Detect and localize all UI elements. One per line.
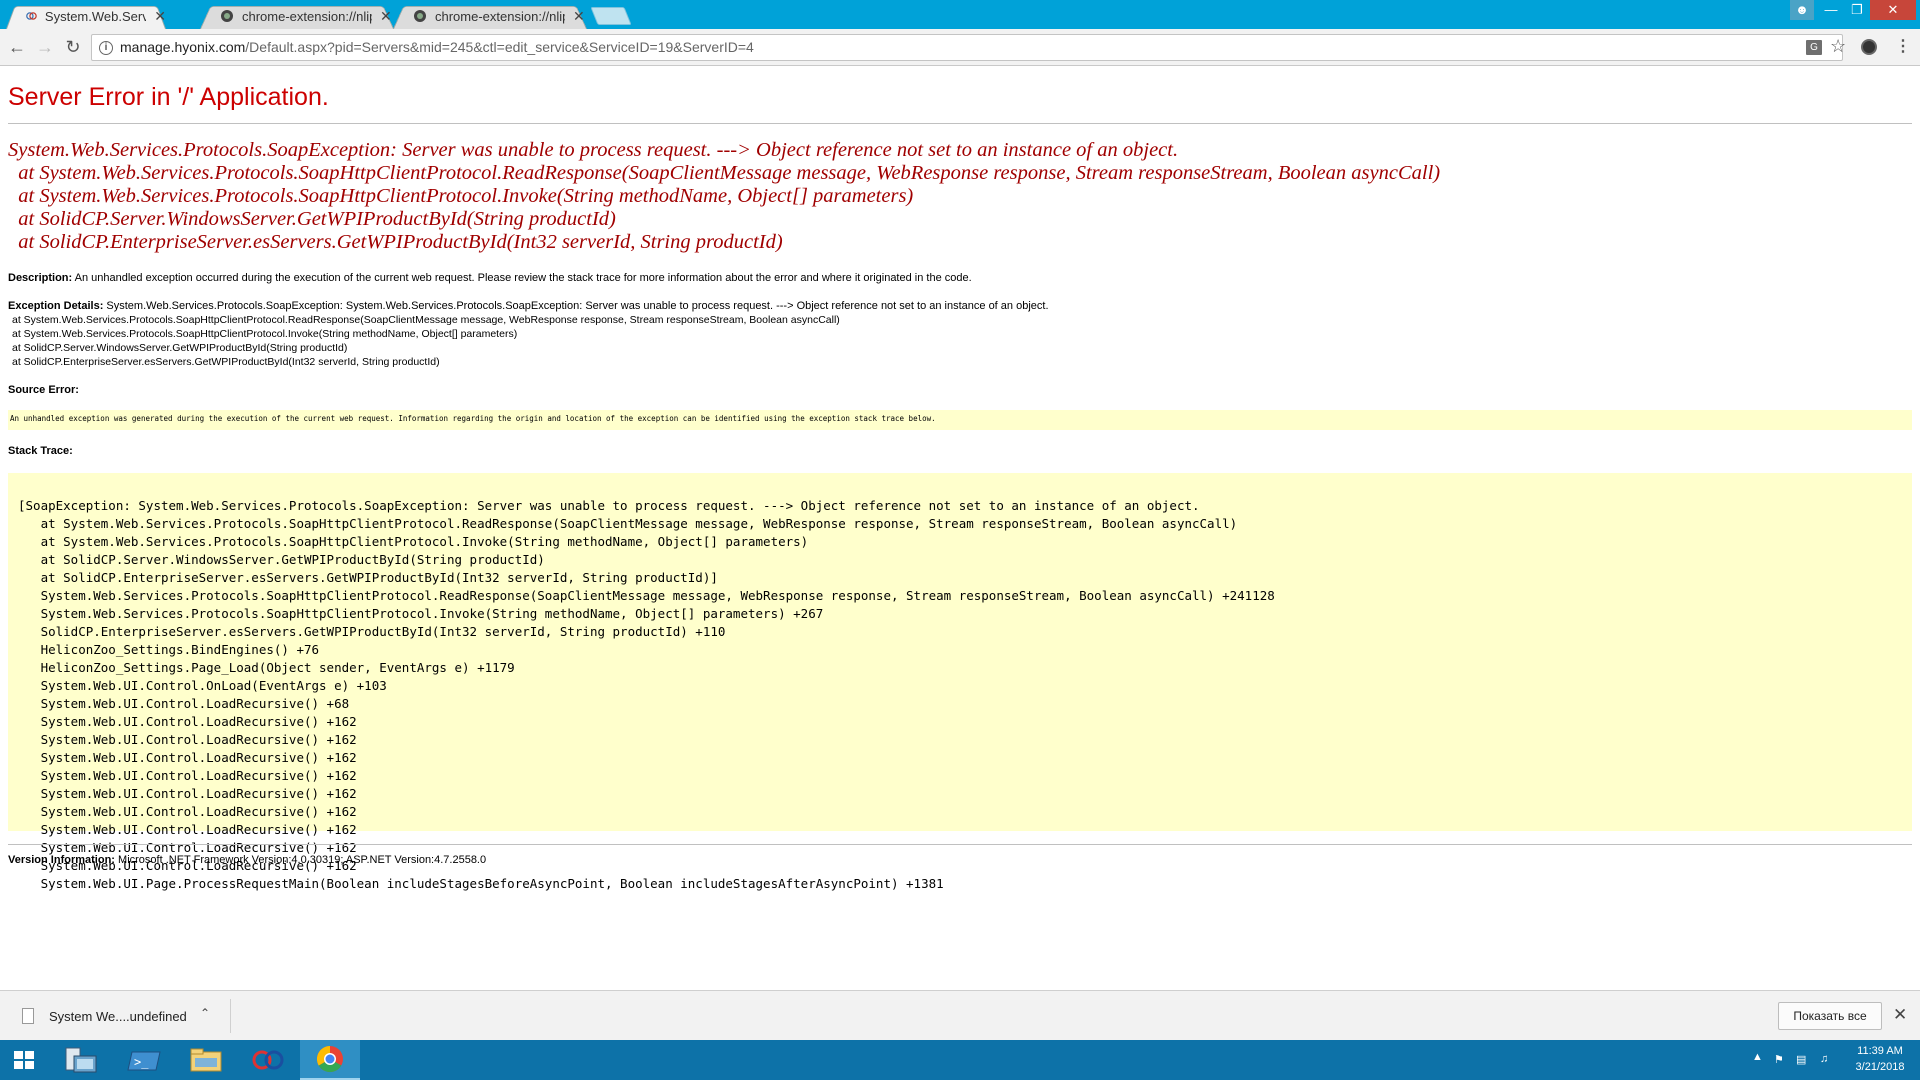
tab-close-icon[interactable]: ✕ [380,8,392,25]
menu-icon[interactable]: ⋮ [1895,36,1911,56]
exception-section: Exception Details: System.Web.Services.P… [8,299,1049,313]
svg-text:>_: >_ [134,1055,149,1069]
start-button[interactable] [0,1040,48,1080]
tab-1[interactable]: System.Web.Services.Pro ✕ [6,3,166,30]
profile-icon[interactable]: ☻ [1790,0,1814,20]
solidcp-icon [252,1050,284,1070]
download-shelf: System We....undefined ⌃ Показать все ✕ [0,990,1920,1040]
source-error-text: An unhandled exception was generated dur… [10,414,936,423]
stack-trace-box: [SoapException: System.Web.Services.Prot… [8,473,1912,891]
show-all-button[interactable]: Показать все [1778,1002,1882,1030]
url-text[interactable]: manage.hyonix.com/Default.aspx?pid=Serve… [120,39,754,55]
tab-close-icon[interactable]: ✕ [573,8,585,25]
star-icon[interactable]: ☆ [1830,36,1846,57]
download-item-name[interactable]: System We....undefined [49,1009,187,1024]
powershell-icon[interactable]: >_ [114,1040,174,1080]
back-arrow-icon[interactable]: ← [5,35,29,59]
windows-logo-icon [14,1051,34,1069]
close-window-icon[interactable]: ✕ [1870,0,1916,20]
source-error-label: Source Error: [8,384,79,396]
url-path: /Default.aspx?pid=Servers&mid=245&ctl=ed… [245,39,754,55]
divider [8,123,1912,124]
divider [8,844,1912,845]
divider [230,999,231,1033]
system-tray: ▲ ⚑ ▤ ♫ 11:39 AM 3/21/2018 [1740,1040,1920,1080]
file-icon [22,1008,34,1024]
tray-network-icon[interactable]: ▤ [1796,1053,1810,1066]
source-error-section: Source Error: [8,383,79,397]
stack-trace-label: Stack Trace: [8,445,73,457]
tab-title: System.Web.Services.Pro [44,8,147,24]
chevron-up-icon[interactable]: ⌃ [200,1006,210,1020]
tray-volume-icon[interactable]: ♫ [1820,1053,1834,1066]
taskbar: >_ ▲ ⚑ ▤ ♫ 11:39 AM 3/21/2018 [0,1040,1920,1080]
close-icon[interactable]: ✕ [1893,1005,1907,1025]
error-heading: System.Web.Services.Protocols.SoapExcept… [8,139,1441,253]
tab-title: chrome-extension://nlip [435,8,565,24]
chrome-icon[interactable] [300,1040,360,1080]
tab-strip: System.Web.Services.Pro ✕ chrome-extensi… [0,0,1920,30]
extension-icon[interactable] [1861,39,1877,55]
info-icon[interactable]: i [99,41,113,55]
clock-date[interactable]: 3/21/2018 [1850,1061,1910,1073]
description-label: Description: [8,272,73,284]
powershell-icon: >_ [127,1051,161,1071]
chrome-icon [316,1045,343,1073]
exception-lines: at System.Web.Services.Protocols.SoapHtt… [12,314,840,368]
version-label: Version Information: [8,854,115,866]
extension-favicon-icon [221,10,233,22]
new-tab-button[interactable] [590,7,632,25]
clock-time[interactable]: 11:39 AM [1850,1045,1910,1057]
source-error-box: An unhandled exception was generated dur… [8,410,1912,430]
server-manager-icon [65,1047,97,1073]
restore-icon[interactable]: ❐ [1844,0,1870,20]
tab-2[interactable]: chrome-extension://nlip ✕ [200,3,394,30]
soap-favicon-icon [26,12,37,20]
browser-toolbar: ← → ↻ i manage.hyonix.com/Default.aspx?p… [0,29,1920,66]
stack-trace-text: [SoapException: System.Web.Services.Prot… [18,498,1275,891]
version-text: Microsoft .NET Framework Version:4.0.303… [114,854,487,866]
forward-arrow-icon[interactable]: → [33,35,57,59]
description-section: Description: An unhandled exception occu… [8,271,972,285]
tab-3[interactable]: chrome-extension://nlip ✕ [393,3,587,30]
extension-favicon-icon [414,10,426,22]
file-explorer-icon [190,1048,222,1072]
exception-label: Exception Details: [8,300,104,312]
version-section: Version Information: Microsoft .NET Fram… [8,853,486,867]
reload-icon[interactable]: ↻ [61,35,85,59]
stack-trace-section: Stack Trace: [8,444,73,458]
tab-title: chrome-extension://nlip [242,8,372,24]
tray-overflow-icon[interactable]: ▲ [1752,1051,1763,1063]
solidcp-icon[interactable] [238,1040,298,1080]
page-title: Server Error in '/' Application. [8,83,329,111]
file-explorer-icon[interactable] [176,1040,236,1080]
address-bar[interactable]: i manage.hyonix.com/Default.aspx?pid=Ser… [91,34,1846,61]
tray-flag-icon[interactable]: ⚑ [1774,1053,1788,1066]
translate-icon[interactable]: G [1806,40,1822,55]
page-content: Server Error in '/' Application. System.… [0,66,1920,990]
url-host: manage.hyonix.com [120,39,246,55]
tab-close-icon[interactable]: ✕ [154,8,166,25]
exception-text: System.Web.Services.Protocols.SoapExcept… [103,300,1049,312]
server-manager-icon[interactable] [52,1040,112,1080]
minimize-icon[interactable]: — [1818,0,1844,20]
description-text: An unhandled exception occurred during t… [72,272,972,284]
